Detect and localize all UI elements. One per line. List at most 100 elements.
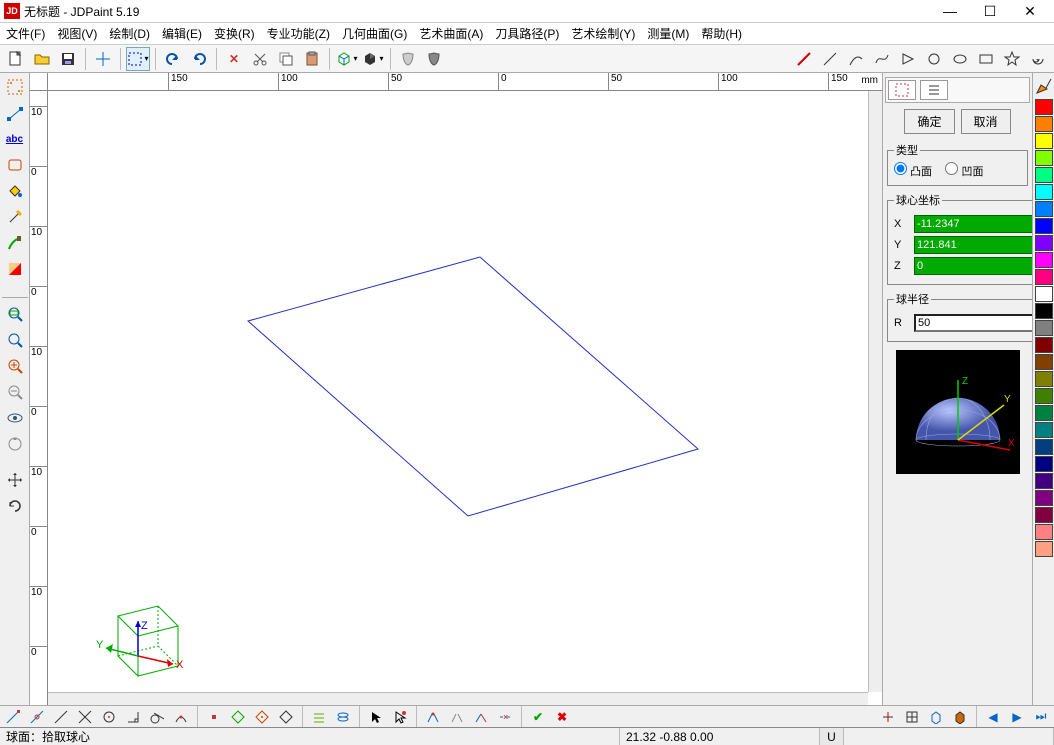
horizontal-scrollbar[interactable] [48, 692, 868, 706]
layer-lines-icon[interactable] [308, 707, 330, 727]
open-file-button[interactable] [30, 47, 54, 71]
color-swatch[interactable] [1035, 541, 1053, 557]
vertical-scrollbar[interactable] [868, 91, 882, 692]
snap-line-icon[interactable] [50, 707, 72, 727]
ffwd-icon[interactable]: ⏭ [1030, 707, 1052, 727]
color-swatch[interactable] [1035, 99, 1053, 115]
color-swatch[interactable] [1035, 473, 1053, 489]
cancel-icon[interactable]: ✖ [551, 707, 573, 727]
color-swatch[interactable] [1035, 337, 1053, 353]
check-icon[interactable]: ✔ [527, 707, 549, 727]
shield1-button[interactable] [396, 47, 420, 71]
zoom-extents-button[interactable] [3, 302, 27, 326]
color-swatch[interactable] [1035, 150, 1053, 166]
box3d-button[interactable] [335, 47, 359, 71]
menu-artsurface[interactable]: 艺术曲面(A) [413, 23, 489, 44]
maximize-button[interactable]: ☐ [970, 0, 1010, 22]
color-swatch[interactable] [1035, 269, 1053, 285]
pan-button[interactable] [3, 468, 27, 492]
panel-tab-object-icon[interactable] [888, 80, 916, 100]
color-swatch[interactable] [1035, 252, 1053, 268]
color-swatch[interactable] [1035, 524, 1053, 540]
draw-rect-icon[interactable] [974, 47, 998, 71]
tool-brush[interactable] [3, 231, 27, 255]
draw-line-icon[interactable] [818, 47, 842, 71]
color-swatch[interactable] [1035, 456, 1053, 472]
shield2-button[interactable] [422, 47, 446, 71]
snap-endpoint-icon[interactable] [2, 707, 24, 727]
ok-button[interactable]: 确定 [904, 109, 954, 134]
tool-gradient[interactable] [3, 257, 27, 281]
undo-button[interactable] [161, 47, 185, 71]
axis-toggle-icon[interactable] [877, 707, 899, 727]
status-u-button[interactable]: U [820, 728, 844, 745]
color-swatch[interactable] [1035, 303, 1053, 319]
grid-icon[interactable] [925, 707, 947, 727]
menu-draw[interactable]: 绘制(D) [103, 23, 156, 44]
menu-transform[interactable]: 变换(R) [208, 23, 261, 44]
tool-node-edit[interactable] [3, 101, 27, 125]
select-tool-button[interactable] [126, 47, 150, 71]
crosshair-toggle[interactable] [91, 47, 115, 71]
draw-curve-icon[interactable] [870, 47, 894, 71]
cancel-button[interactable]: 取消 [961, 109, 1011, 134]
snap-center-icon[interactable] [98, 707, 120, 727]
view-eye-button[interactable] [3, 406, 27, 430]
menu-geosurface[interactable]: 几何曲面(G) [336, 23, 413, 44]
color-swatch[interactable] [1035, 167, 1053, 183]
snap-nearest-icon[interactable] [170, 707, 192, 727]
menu-toolpath[interactable]: 刀具路径(P) [489, 23, 565, 44]
snap-tangent-icon[interactable] [146, 707, 168, 727]
minimize-button[interactable]: — [930, 0, 970, 22]
drawing-canvas[interactable]: Z X Y [48, 91, 882, 706]
zoom-window-button[interactable] [3, 328, 27, 352]
layer-stack-icon[interactable] [332, 707, 354, 727]
wireframe-icon[interactable] [901, 707, 923, 727]
tool-paint-bucket[interactable] [3, 179, 27, 203]
copy-button[interactable] [274, 47, 298, 71]
connect3-icon[interactable] [470, 707, 492, 727]
color-swatch[interactable] [1035, 133, 1053, 149]
tool-rounded-rect[interactable] [3, 153, 27, 177]
connect1-icon[interactable] [422, 707, 444, 727]
solid-icon[interactable] [949, 707, 971, 727]
snap-midpoint-icon[interactable] [26, 707, 48, 727]
zoom-out-button[interactable] [3, 380, 27, 404]
color-swatch[interactable] [1035, 422, 1053, 438]
menu-view[interactable]: 视图(V) [51, 23, 103, 44]
tool-edit-point[interactable] [3, 205, 27, 229]
color-swatch[interactable] [1035, 507, 1053, 523]
cursor-arrow-icon[interactable] [365, 707, 387, 727]
color-swatch[interactable] [1035, 116, 1053, 132]
menu-help[interactable]: 帮助(H) [695, 23, 748, 44]
new-file-button[interactable] [4, 47, 28, 71]
tool-select-rect[interactable] [3, 75, 27, 99]
snap-perp-icon[interactable] [122, 707, 144, 727]
tool-text[interactable]: abc [3, 127, 27, 151]
draw-spiral-icon[interactable] [1026, 47, 1050, 71]
menu-edit[interactable]: 编辑(E) [156, 23, 208, 44]
color-picker-launch-icon[interactable] [1035, 77, 1053, 95]
color-swatch[interactable] [1035, 439, 1053, 455]
paste-button[interactable] [300, 47, 324, 71]
color-swatch[interactable] [1035, 286, 1053, 302]
color-swatch[interactable] [1035, 490, 1053, 506]
color-swatch[interactable] [1035, 184, 1053, 200]
cursor-move-icon[interactable] [389, 707, 411, 727]
save-file-button[interactable] [56, 47, 80, 71]
color-swatch[interactable] [1035, 201, 1053, 217]
draw-play-icon[interactable] [896, 47, 920, 71]
color-swatch[interactable] [1035, 371, 1053, 387]
radio-concave[interactable]: 凹面 [945, 166, 983, 178]
menu-special[interactable]: 专业功能(Z) [261, 23, 336, 44]
close-button[interactable]: ✕ [1010, 0, 1050, 22]
color-swatch[interactable] [1035, 388, 1053, 404]
break-icon[interactable]: × [494, 707, 516, 727]
next-op-icon[interactable]: ▶ [1006, 707, 1028, 727]
panel-tab-list-icon[interactable] [920, 80, 948, 100]
draw-circle-icon[interactable] [922, 47, 946, 71]
color-swatch[interactable] [1035, 354, 1053, 370]
delete-button[interactable]: ✕ [222, 47, 246, 71]
snap-grid-icon[interactable] [251, 707, 273, 727]
color-swatch[interactable] [1035, 218, 1053, 234]
